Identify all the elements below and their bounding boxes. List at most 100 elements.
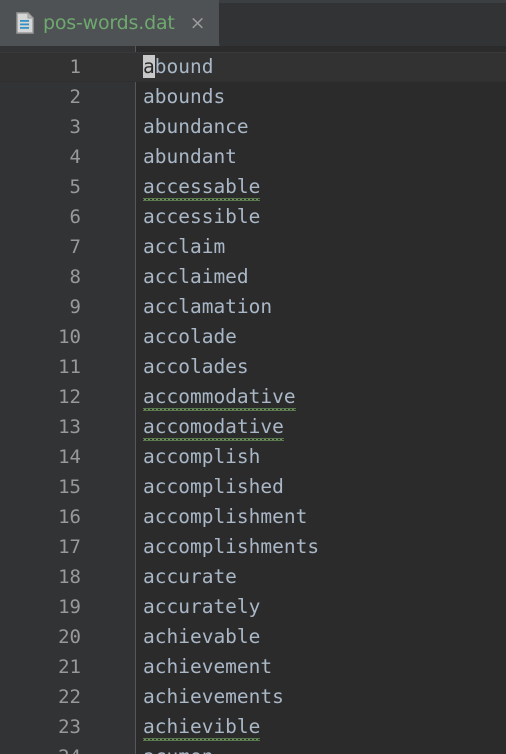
line-number: 2	[69, 86, 81, 108]
misspelled-word[interactable]: accommodative	[143, 382, 296, 412]
line-number: 3	[69, 116, 81, 138]
word[interactable]: accomplishments	[143, 532, 319, 562]
line-number: 13	[58, 416, 81, 438]
line-text[interactable]: achievible	[143, 712, 261, 742]
line-text[interactable]: accomplish	[143, 442, 260, 472]
code-line[interactable]: 20 achievable	[0, 622, 506, 652]
line-text[interactable]: abundance	[143, 112, 249, 142]
line-text[interactable]: accomplished	[143, 472, 284, 502]
close-icon[interactable]: ×	[184, 13, 206, 33]
line-number: 5	[69, 176, 81, 198]
line-text[interactable]: acclaimed	[143, 262, 249, 292]
code-line[interactable]: 21 achievement	[0, 652, 506, 682]
word[interactable]: achievements	[143, 682, 284, 712]
line-number: 9	[69, 296, 81, 318]
line-number: 17	[58, 536, 81, 558]
code-line[interactable]: 14 accomplish	[0, 442, 506, 472]
line-number: 6	[69, 206, 81, 228]
line-text[interactable]: accurately	[143, 592, 260, 622]
code-line[interactable]: 10 accolade	[0, 322, 506, 352]
line-text[interactable]: accolade	[143, 322, 237, 352]
line-text[interactable]: accomplishment	[143, 502, 307, 532]
editor-tab-pos-words-dat[interactable]: pos-words.dat ×	[0, 0, 219, 46]
line-text[interactable]: acclaim	[143, 232, 225, 262]
line-text[interactable]: accessible	[143, 202, 260, 232]
line-text[interactable]: accommodative	[143, 382, 296, 412]
word[interactable]: accessible	[143, 202, 260, 232]
line-text[interactable]: abounds	[143, 82, 225, 112]
code-line[interactable]: 15 accomplished	[0, 472, 506, 502]
line-text[interactable]: acclamation	[143, 292, 272, 322]
code-line[interactable]: 16 accomplishment	[0, 502, 506, 532]
line-text[interactable]: achievable	[143, 622, 260, 652]
code-line[interactable]: 6 accessible	[0, 202, 506, 232]
code-line[interactable]: 3 abundance	[0, 112, 506, 142]
line-text[interactable]: accomplishments	[143, 532, 319, 562]
text-caret: a	[143, 55, 155, 78]
line-text[interactable]: achievement	[143, 652, 272, 682]
word[interactable]: abundance	[143, 112, 249, 142]
code-line[interactable]: 8 acclaimed	[0, 262, 506, 292]
file-document-icon	[16, 12, 34, 34]
word[interactable]: abounds	[143, 82, 225, 112]
code-line[interactable]: 24 acumen	[0, 742, 506, 754]
code-line[interactable]: 22 achievements	[0, 682, 506, 712]
line-text[interactable]: accessable	[143, 172, 261, 202]
code-line[interactable]: 7 acclaim	[0, 232, 506, 262]
code-line[interactable]: 5 accessable	[0, 172, 506, 202]
word[interactable]: accurate	[143, 562, 237, 592]
line-number: 20	[58, 626, 81, 648]
line-number: 22	[58, 686, 81, 708]
code-line[interactable]: 4 abundant	[0, 142, 506, 172]
code-editor[interactable]: 1 abound 2 abounds 3 abundance 4 abundant 5 acces…	[0, 46, 506, 754]
code-line[interactable]: 2 abounds	[0, 82, 506, 112]
code-line[interactable]: 9 acclamation	[0, 292, 506, 322]
word[interactable]: accomplish	[143, 442, 260, 472]
line-number: 19	[58, 596, 81, 618]
code-line[interactable]: 19 accurately	[0, 592, 506, 622]
line-number: 15	[58, 476, 81, 498]
word[interactable]: abundant	[143, 142, 237, 172]
word[interactable]: accomplishment	[143, 502, 307, 532]
line-number: 8	[69, 266, 81, 288]
word[interactable]: accolades	[143, 352, 249, 382]
line-text[interactable]: abound	[143, 52, 213, 82]
line-number: 11	[58, 356, 81, 378]
editor-window: pos-words.dat × 1 abound 2 abounds 3 abundanc…	[0, 0, 506, 754]
misspelled-word[interactable]: achievible	[143, 712, 261, 742]
line-text[interactable]: accolades	[143, 352, 249, 382]
line-number: 16	[58, 506, 81, 528]
code-line[interactable]: 23 achievible	[0, 712, 506, 742]
word[interactable]: acclamation	[143, 292, 272, 322]
word[interactable]: accurately	[143, 592, 260, 622]
code-line[interactable]: 17 accomplishments	[0, 532, 506, 562]
line-text[interactable]: acumen	[143, 742, 213, 754]
line-text[interactable]: abundant	[143, 142, 237, 172]
word[interactable]: accomplished	[143, 472, 284, 502]
word[interactable]: acclaim	[143, 232, 225, 262]
code-line[interactable]: 13 accomodative	[0, 412, 506, 442]
line-text[interactable]: accomodative	[143, 412, 284, 442]
word[interactable]: accolade	[143, 322, 237, 352]
misspelled-word[interactable]: accessable	[143, 172, 261, 202]
code-line[interactable]: 12 accommodative	[0, 382, 506, 412]
line-text[interactable]: accurate	[143, 562, 237, 592]
line-text[interactable]: achievements	[143, 682, 284, 712]
line-number: 4	[69, 146, 81, 168]
line-number: 21	[58, 656, 81, 678]
editor-tab-label: pos-words.dat	[43, 12, 175, 34]
line-number: 10	[58, 326, 81, 348]
code-line[interactable]: 11 accolades	[0, 352, 506, 382]
misspelled-word[interactable]: accomodative	[143, 412, 284, 442]
word[interactable]: acclaimed	[143, 262, 249, 292]
code-line[interactable]: 1 abound	[0, 52, 506, 82]
tab-bar-empty-area	[218, 0, 506, 46]
word[interactable]: acumen	[143, 742, 213, 754]
editor-tab-bar: pos-words.dat ×	[0, 0, 506, 46]
word[interactable]: abound	[143, 52, 213, 82]
word[interactable]: achievement	[143, 652, 272, 682]
line-number: 23	[58, 716, 81, 738]
word[interactable]: achievable	[143, 622, 260, 652]
code-line[interactable]: 18 accurate	[0, 562, 506, 592]
line-number: 18	[58, 566, 81, 588]
